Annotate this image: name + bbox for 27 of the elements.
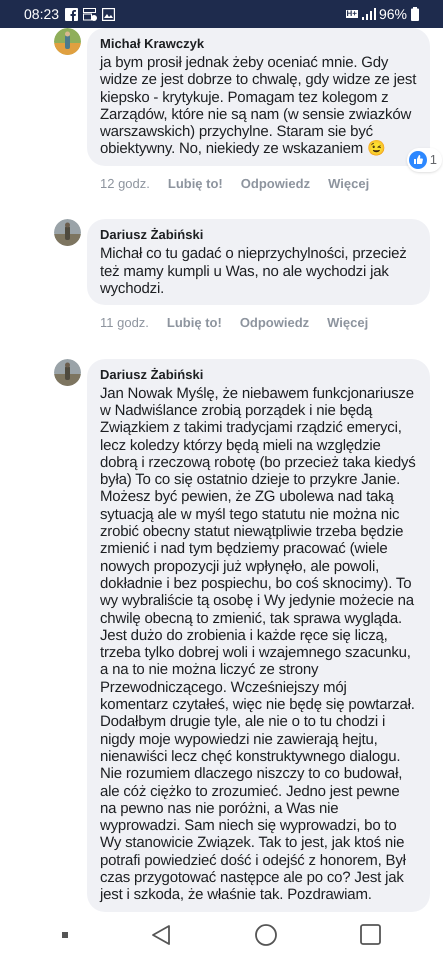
comment-action-link[interactable]: Lubię to! bbox=[168, 174, 223, 194]
author-name[interactable]: Dariusz Żabiński bbox=[100, 364, 417, 385]
reaction-count: 1 bbox=[430, 151, 437, 170]
network-type: H+ bbox=[346, 10, 358, 18]
battery-percent: 96% bbox=[378, 4, 407, 24]
recents-icon[interactable] bbox=[360, 924, 382, 945]
home-icon[interactable] bbox=[254, 924, 277, 946]
comment-action-link[interactable]: Więcej bbox=[328, 174, 370, 194]
signal-icon bbox=[362, 8, 376, 20]
author-name[interactable]: Dariusz Żabiński bbox=[100, 225, 417, 246]
comment-action-link[interactable]: Więcej bbox=[327, 313, 368, 333]
notification-icon bbox=[83, 8, 98, 20]
comment-time: 11 godz. bbox=[100, 314, 149, 332]
comment-action-link[interactable]: Odpowiedz bbox=[240, 174, 310, 194]
battery-icon bbox=[411, 7, 419, 21]
comment-text: Jan Nowak Myślę, że niebawem funkcjonariusze w Nadwiślance zrobią porządek i nie będą Związkiem z takimi tradycjami rządzić emeryci, lecz koledzy którzy będą mieli na względzie dobrą i rzeczową robotę (bo przecież taka kiedyś była) To co się ostatnio dzieje to przykre Janie. Możesz być pewien, że ZG ubolewa nad taką sytuacją ale w myśl tego statutu nie można nic zrobić obecny statut niewątpliwie trzeba będzie zmienić i nad tym będziemy pracować (wiele nowych propozycji już wpłynęło, ale powoli, dokładnie i bez pospiechu, bo coś sknocimy). To wy wybraliście tą osobę i Wy jedynie możecie na chwilę obecną to zmienić, tak sprawa wygląda. Jest dużo do zrobienia i każde ręce się liczą, trzeba tylko dobrej woli i wzajemnego szacunku, a na to nie można liczyć ze strony Przewodniczącego. Wcześniejszy mój komentarz czytałeś, więc nie będę się powtarzał. Dodałbym drugie tyle, ale nie o to tu chodzi i nigdy moje wypowiedzi nie zawierają hejtu, nienawiści lecz chęć konstruktywnego dialogu. Nie rozumiem dlaczego niszczy to co budował, ale cóż ciężko to zrozumieć. Jedno jest pewne na pewno nas nie poróżni, a Was nie wyprowadzi. Sam niech się wyprowadzi, bo to Wy stanowicie Związek. Tak to jest, jak ktoś nie potrafi powiedzieć dość i odejść z honorem, Był czas przygotować następce ale po co? Jest jak jest i szkoda, że właśnie tak. Pozdrawiam. bbox=[100, 384, 417, 904]
status-time: 08:23 bbox=[24, 4, 60, 24]
author-name[interactable]: Michał Krawczyk bbox=[100, 34, 417, 54]
comment-text: Michał co tu gadać o nieprzychylności, przecież też mamy kumpli u Was, no ale wychodzi jak wychodzi. bbox=[100, 245, 408, 298]
image-icon bbox=[102, 8, 116, 20]
back-icon[interactable] bbox=[151, 924, 172, 946]
comment-action-link[interactable]: Lubię to! bbox=[166, 313, 222, 333]
reaction-badge[interactable]: 1 bbox=[406, 148, 442, 172]
comment-action-link[interactable]: Odpowiedz bbox=[240, 313, 310, 333]
facebook-icon bbox=[65, 8, 78, 20]
thumbs-up-icon bbox=[408, 151, 427, 170]
comment-time: 12 godz. bbox=[100, 174, 150, 193]
